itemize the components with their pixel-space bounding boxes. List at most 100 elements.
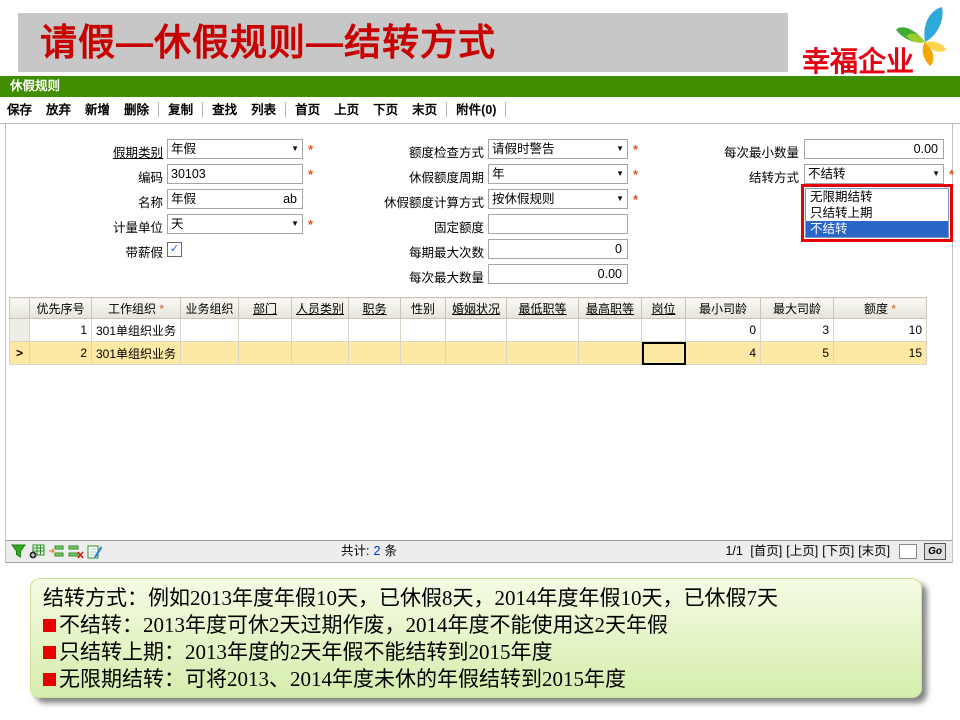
chevron-down-icon[interactable]: ▼ (616, 145, 624, 153)
pagination-link[interactable]: [上页] (786, 544, 818, 558)
carryover-method-select-label: 结转方式 (646, 167, 799, 186)
table-cell[interactable]: 301单组织业务 (92, 319, 181, 342)
unit-select[interactable]: 天▼ (167, 214, 303, 234)
table-cell[interactable]: 4 (686, 342, 761, 365)
column-header[interactable]: 人员类别 (292, 298, 349, 319)
carryover-method-select[interactable]: 不结转▼ (804, 164, 944, 184)
required-asterisk: * (633, 167, 638, 182)
table-cell[interactable] (349, 319, 401, 342)
chevron-down-icon[interactable]: ▼ (616, 170, 624, 178)
holiday-type-select-label[interactable]: 假期类别 (16, 142, 163, 161)
max-times-per-period-input[interactable]: 0 (488, 239, 628, 259)
required-asterisk: * (633, 192, 638, 207)
toolbar-button[interactable]: 新增 (85, 97, 110, 123)
table-cell[interactable]: 1 (30, 319, 92, 342)
add-row-icon[interactable] (29, 543, 46, 560)
go-button[interactable]: Go (924, 543, 946, 560)
table-cell[interactable] (239, 319, 292, 342)
module-header-bar: 休假规则 (0, 76, 960, 97)
column-header[interactable]: 最高职等 (579, 298, 642, 319)
table-cell[interactable]: 0 (686, 319, 761, 342)
carryover-options-popup: 无限期结转只结转上期不结转 (805, 188, 949, 238)
toolbar-button[interactable]: 复制 (168, 97, 193, 123)
unit-select-value: 天 (171, 217, 184, 231)
min-qty-per-time-input[interactable]: 0.00 (804, 139, 944, 159)
table-cell[interactable] (446, 342, 507, 365)
pagination-link[interactable]: [末页] (858, 544, 890, 558)
chevron-down-icon[interactable]: ▼ (932, 170, 940, 178)
dropdown-option[interactable]: 不结转 (806, 221, 948, 237)
table-cell[interactable] (292, 342, 349, 365)
quota-check-method-select-label: 额度检查方式 (336, 142, 484, 161)
holiday-type-select[interactable]: 年假▼ (167, 139, 303, 159)
table-cell[interactable] (239, 342, 292, 365)
pagination-link[interactable]: [下页] (822, 544, 854, 558)
table-cell[interactable] (642, 319, 686, 342)
table-cell[interactable]: 3 (761, 319, 834, 342)
table-cell[interactable]: 5 (761, 342, 834, 365)
table-cell[interactable] (579, 342, 642, 365)
toolbar-button[interactable]: 下页 (373, 97, 398, 123)
slide-title-bar: 请假—休假规则—结转方式 (18, 13, 788, 72)
column-header[interactable]: 最低职等 (507, 298, 579, 319)
filter-icon[interactable] (10, 543, 27, 560)
column-header[interactable]: 职务 (349, 298, 401, 319)
dropdown-option[interactable]: 只结转上期 (806, 205, 948, 221)
table-cell[interactable] (292, 319, 349, 342)
paid-leave-checkbox[interactable]: ✓ (167, 242, 182, 257)
fixed-quota-input[interactable] (488, 214, 628, 234)
toolbar-button[interactable]: 查找 (212, 97, 237, 123)
table-cell[interactable] (507, 319, 579, 342)
rules-table: 优先序号工作组织 *业务组织部门人员类别职务性别婚姻状况最低职等最高职等岗位最小… (9, 297, 927, 365)
dropdown-option[interactable]: 无限期结转 (806, 189, 948, 205)
quota-calc-method-select[interactable]: 按休假规则▼ (488, 189, 628, 209)
column-header[interactable]: 部门 (239, 298, 292, 319)
page-number-input[interactable] (899, 544, 917, 559)
insert-row-icon[interactable] (48, 543, 65, 560)
table-row[interactable]: >2301单组织业务 4515 (10, 342, 927, 365)
table-cell[interactable] (579, 319, 642, 342)
chevron-down-icon[interactable]: ▼ (291, 220, 299, 228)
delete-row-icon[interactable] (67, 543, 84, 560)
toolbar-button[interactable]: 放弃 (46, 97, 71, 123)
toolbar-button[interactable]: 首页 (295, 97, 320, 123)
table-row[interactable]: 1301单组织业务 0310 (10, 319, 927, 342)
column-header[interactable]: 岗位 (642, 298, 686, 319)
table-cell[interactable] (401, 319, 446, 342)
pagination-link[interactable]: [首页] (750, 544, 782, 558)
column-header[interactable]: 婚姻状况 (446, 298, 507, 319)
table-cell[interactable] (181, 342, 239, 365)
toolbar-button[interactable]: 末页 (412, 97, 437, 123)
note-line: 无限期结转：可将2013、2014年度未休的年假结转到2015年度 (43, 666, 909, 693)
row-selector-cell[interactable] (10, 319, 30, 342)
table-cell[interactable] (349, 342, 401, 365)
table-cell[interactable] (507, 342, 579, 365)
toolbar-button[interactable]: 删除 (124, 97, 149, 123)
edit-copy-icon[interactable] (86, 543, 103, 560)
name-input[interactable]: 年假ab (167, 189, 303, 209)
code-input[interactable]: 30103 (167, 164, 303, 184)
module-title: 休假规则 (10, 76, 60, 97)
table-cell[interactable]: 301单组织业务 (92, 342, 181, 365)
table-cell[interactable] (181, 319, 239, 342)
required-asterisk: * (888, 302, 896, 316)
column-header: 优先序号 (30, 298, 92, 319)
table-cell[interactable]: 10 (834, 319, 927, 342)
quota-period-select[interactable]: 年▼ (488, 164, 628, 184)
row-selector-cell[interactable]: > (10, 342, 30, 365)
chevron-down-icon[interactable]: ▼ (616, 195, 624, 203)
table-cell[interactable]: 15 (834, 342, 927, 365)
quota-check-method-select[interactable]: 请假时警告▼ (488, 139, 628, 159)
table-cell[interactable] (401, 342, 446, 365)
table-cell[interactable] (446, 319, 507, 342)
max-qty-per-time-input[interactable]: 0.00 (488, 264, 628, 284)
toolbar-button[interactable]: 保存 (7, 97, 32, 123)
table-cell[interactable]: 2 (30, 342, 92, 365)
toolbar-button[interactable]: 列表 (251, 97, 276, 123)
required-asterisk: * (308, 142, 313, 157)
toolbar-button[interactable]: 附件(0) (456, 97, 496, 123)
chevron-down-icon[interactable]: ▼ (291, 145, 299, 153)
toolbar-button[interactable]: 上页 (334, 97, 359, 123)
logo-text: 幸福企业 (802, 40, 914, 80)
table-cell[interactable] (642, 342, 686, 365)
